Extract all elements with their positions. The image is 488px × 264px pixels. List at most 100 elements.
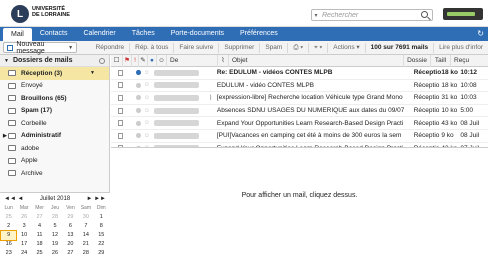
sender-icon[interactable]: ☺ <box>157 54 167 67</box>
new-message-button[interactable]: Nouveau message ▼ <box>3 41 78 55</box>
calendar-day[interactable]: 25 <box>32 249 47 258</box>
calendar-day[interactable]: 8 <box>94 222 109 231</box>
calendar-day[interactable]: 7 <box>78 222 93 231</box>
tab-calendar[interactable]: Calendrier <box>75 27 123 41</box>
message-row[interactable]: ☺ Re: EDULUM - vidéos CONTES MLPB Réceptio… <box>111 67 488 80</box>
row-checkbox[interactable] <box>118 132 124 139</box>
unread-indicator-icon[interactable] <box>136 108 141 114</box>
priority-icon[interactable]: ! <box>132 54 139 67</box>
calendar-day[interactable]: 27 <box>63 249 78 258</box>
tag-icon[interactable]: ⌖ ▾ <box>309 42 329 53</box>
calendar-day[interactable]: 28 <box>78 249 93 258</box>
folder-drafts[interactable]: Brouillons (65) <box>0 92 109 105</box>
select-all-checkbox[interactable]: ☐ <box>111 54 123 67</box>
message-row[interactable]: ☺ Expand Your Opportunities Learn Researc… <box>111 117 488 130</box>
search-box[interactable]: ▾ <box>311 9 433 21</box>
folder-administratif[interactable]: ▶ Administratif <box>0 130 109 143</box>
calendar-day[interactable]: 29 <box>63 213 78 222</box>
calendar-day[interactable]: 5 <box>47 222 62 231</box>
calendar-day[interactable]: 22 <box>94 240 109 249</box>
calendar-day[interactable]: 19 <box>47 240 62 249</box>
calendar-day[interactable]: 20 <box>63 240 78 249</box>
prev-month-button[interactable]: ◄◄ ◄ <box>4 196 23 202</box>
tab-contacts[interactable]: Contacts <box>32 27 76 41</box>
column-from[interactable]: De <box>167 54 218 67</box>
row-checkbox[interactable] <box>118 107 124 114</box>
calendar-day[interactable]: 21 <box>78 240 93 249</box>
folder-apple[interactable]: Apple <box>0 155 109 168</box>
folder-spam[interactable]: Spam (17) <box>0 105 109 118</box>
actions-menu[interactable]: Actions ▾ <box>328 42 366 53</box>
calendar-day[interactable]: 3 <box>16 222 31 231</box>
column-size[interactable]: Taill <box>431 54 451 67</box>
folder-sent[interactable]: Envoyé <box>0 80 109 93</box>
folder-adobe[interactable]: adobe <box>0 142 109 155</box>
column-received[interactable]: Reçu <box>451 55 488 67</box>
refresh-icon[interactable]: ↻ <box>477 29 484 38</box>
calendar-day[interactable]: 24 <box>16 249 31 258</box>
expand-icon[interactable]: ▶ <box>3 133 7 139</box>
tab-briefcase[interactable]: Porte-documents <box>163 27 232 41</box>
calendar-day[interactable]: 25 <box>1 213 16 222</box>
collapse-icon[interactable]: ▼ <box>4 58 9 64</box>
search-input[interactable] <box>320 10 408 20</box>
row-checkbox[interactable] <box>118 120 124 127</box>
unread-indicator-icon[interactable] <box>136 82 141 88</box>
calendar-day[interactable]: 12 <box>47 231 62 240</box>
attachment-column-icon[interactable]: ⌇ <box>218 54 229 67</box>
calendar-day[interactable]: 13 <box>63 231 78 240</box>
calendar-day[interactable]: 2 <box>1 222 16 231</box>
calendar-day[interactable]: 4 <box>32 222 47 231</box>
folders-header[interactable]: ▼ Dossiers de mails <box>0 55 109 67</box>
column-folder[interactable]: Dossie <box>404 54 431 67</box>
forward-button[interactable]: Faire suivre <box>174 42 220 53</box>
message-row[interactable]: ☺ EDULUM - vidéo CONTES MLPB Réceptio 18 ko… <box>111 80 488 93</box>
calendar-day[interactable]: 6 <box>63 222 78 231</box>
calendar-day[interactable]: 17 <box>16 240 31 249</box>
row-checkbox[interactable] <box>118 94 124 101</box>
tag-icon[interactable]: ✎ <box>139 54 148 67</box>
folder-inbox[interactable]: Réception (3) ▼ <box>0 67 109 80</box>
message-row[interactable]: ☺ ⌇ [expression-libre] Recherche location … <box>111 92 488 105</box>
calendar-day[interactable]: 23 <box>1 249 16 258</box>
print-icon[interactable]: ⎙ ▾ <box>288 42 310 53</box>
chevron-down-icon[interactable]: ▼ <box>90 70 95 76</box>
read-more-button[interactable]: Lire plus d'infor <box>434 43 488 53</box>
reply-button[interactable]: Répondre <box>91 42 131 53</box>
user-menu[interactable] <box>443 8 483 20</box>
spam-button[interactable]: Spam <box>260 42 289 53</box>
next-month-button[interactable]: ► ►► <box>87 196 106 202</box>
unread-indicator-icon[interactable] <box>136 120 141 126</box>
settings-icon[interactable] <box>99 57 105 64</box>
folder-archive[interactable]: Archive <box>0 167 109 180</box>
university-logo[interactable]: L <box>11 5 29 23</box>
folder-trash[interactable]: Corbeille <box>0 117 109 130</box>
search-icon[interactable] <box>421 11 428 18</box>
calendar-day[interactable]: 27 <box>32 213 47 222</box>
chevron-down-icon[interactable]: ▼ <box>68 45 73 51</box>
unread-indicator-icon[interactable] <box>136 70 141 76</box>
calendar-day[interactable]: 11 <box>32 231 47 240</box>
unread-indicator-icon[interactable] <box>136 95 141 101</box>
tab-mail[interactable]: Mail <box>3 28 32 41</box>
flag-icon[interactable]: ⚑ <box>123 54 132 67</box>
reply-all-button[interactable]: Rép. à tous <box>130 42 175 53</box>
calendar-day[interactable]: 29 <box>94 249 109 258</box>
row-checkbox[interactable] <box>118 69 124 76</box>
calendar-day[interactable]: 30 <box>78 213 93 222</box>
calendar-day[interactable]: 15 <box>94 231 109 240</box>
tab-preferences[interactable]: Préférences <box>232 27 286 41</box>
calendar-day[interactable]: 10 <box>16 231 31 240</box>
calendar-day[interactable]: 16 <box>1 240 16 249</box>
row-checkbox[interactable] <box>118 82 124 89</box>
message-row[interactable]: ☺ [PUI]Vacances en camping cet été à moin… <box>111 130 488 143</box>
calendar-day[interactable]: 28 <box>47 213 62 222</box>
calendar-day[interactable]: 9 <box>0 230 18 241</box>
unread-indicator-icon[interactable] <box>136 133 141 139</box>
delete-button[interactable]: Supprimer <box>219 42 261 53</box>
calendar-day[interactable]: 18 <box>32 240 47 249</box>
tab-tasks[interactable]: Tâches <box>124 27 163 41</box>
calendar-day[interactable]: 1 <box>94 213 109 222</box>
calendar-day[interactable]: 26 <box>47 249 62 258</box>
message-row[interactable]: ☺ Absences SDNU USAGES DU NUMERIQUE aux d… <box>111 105 488 118</box>
